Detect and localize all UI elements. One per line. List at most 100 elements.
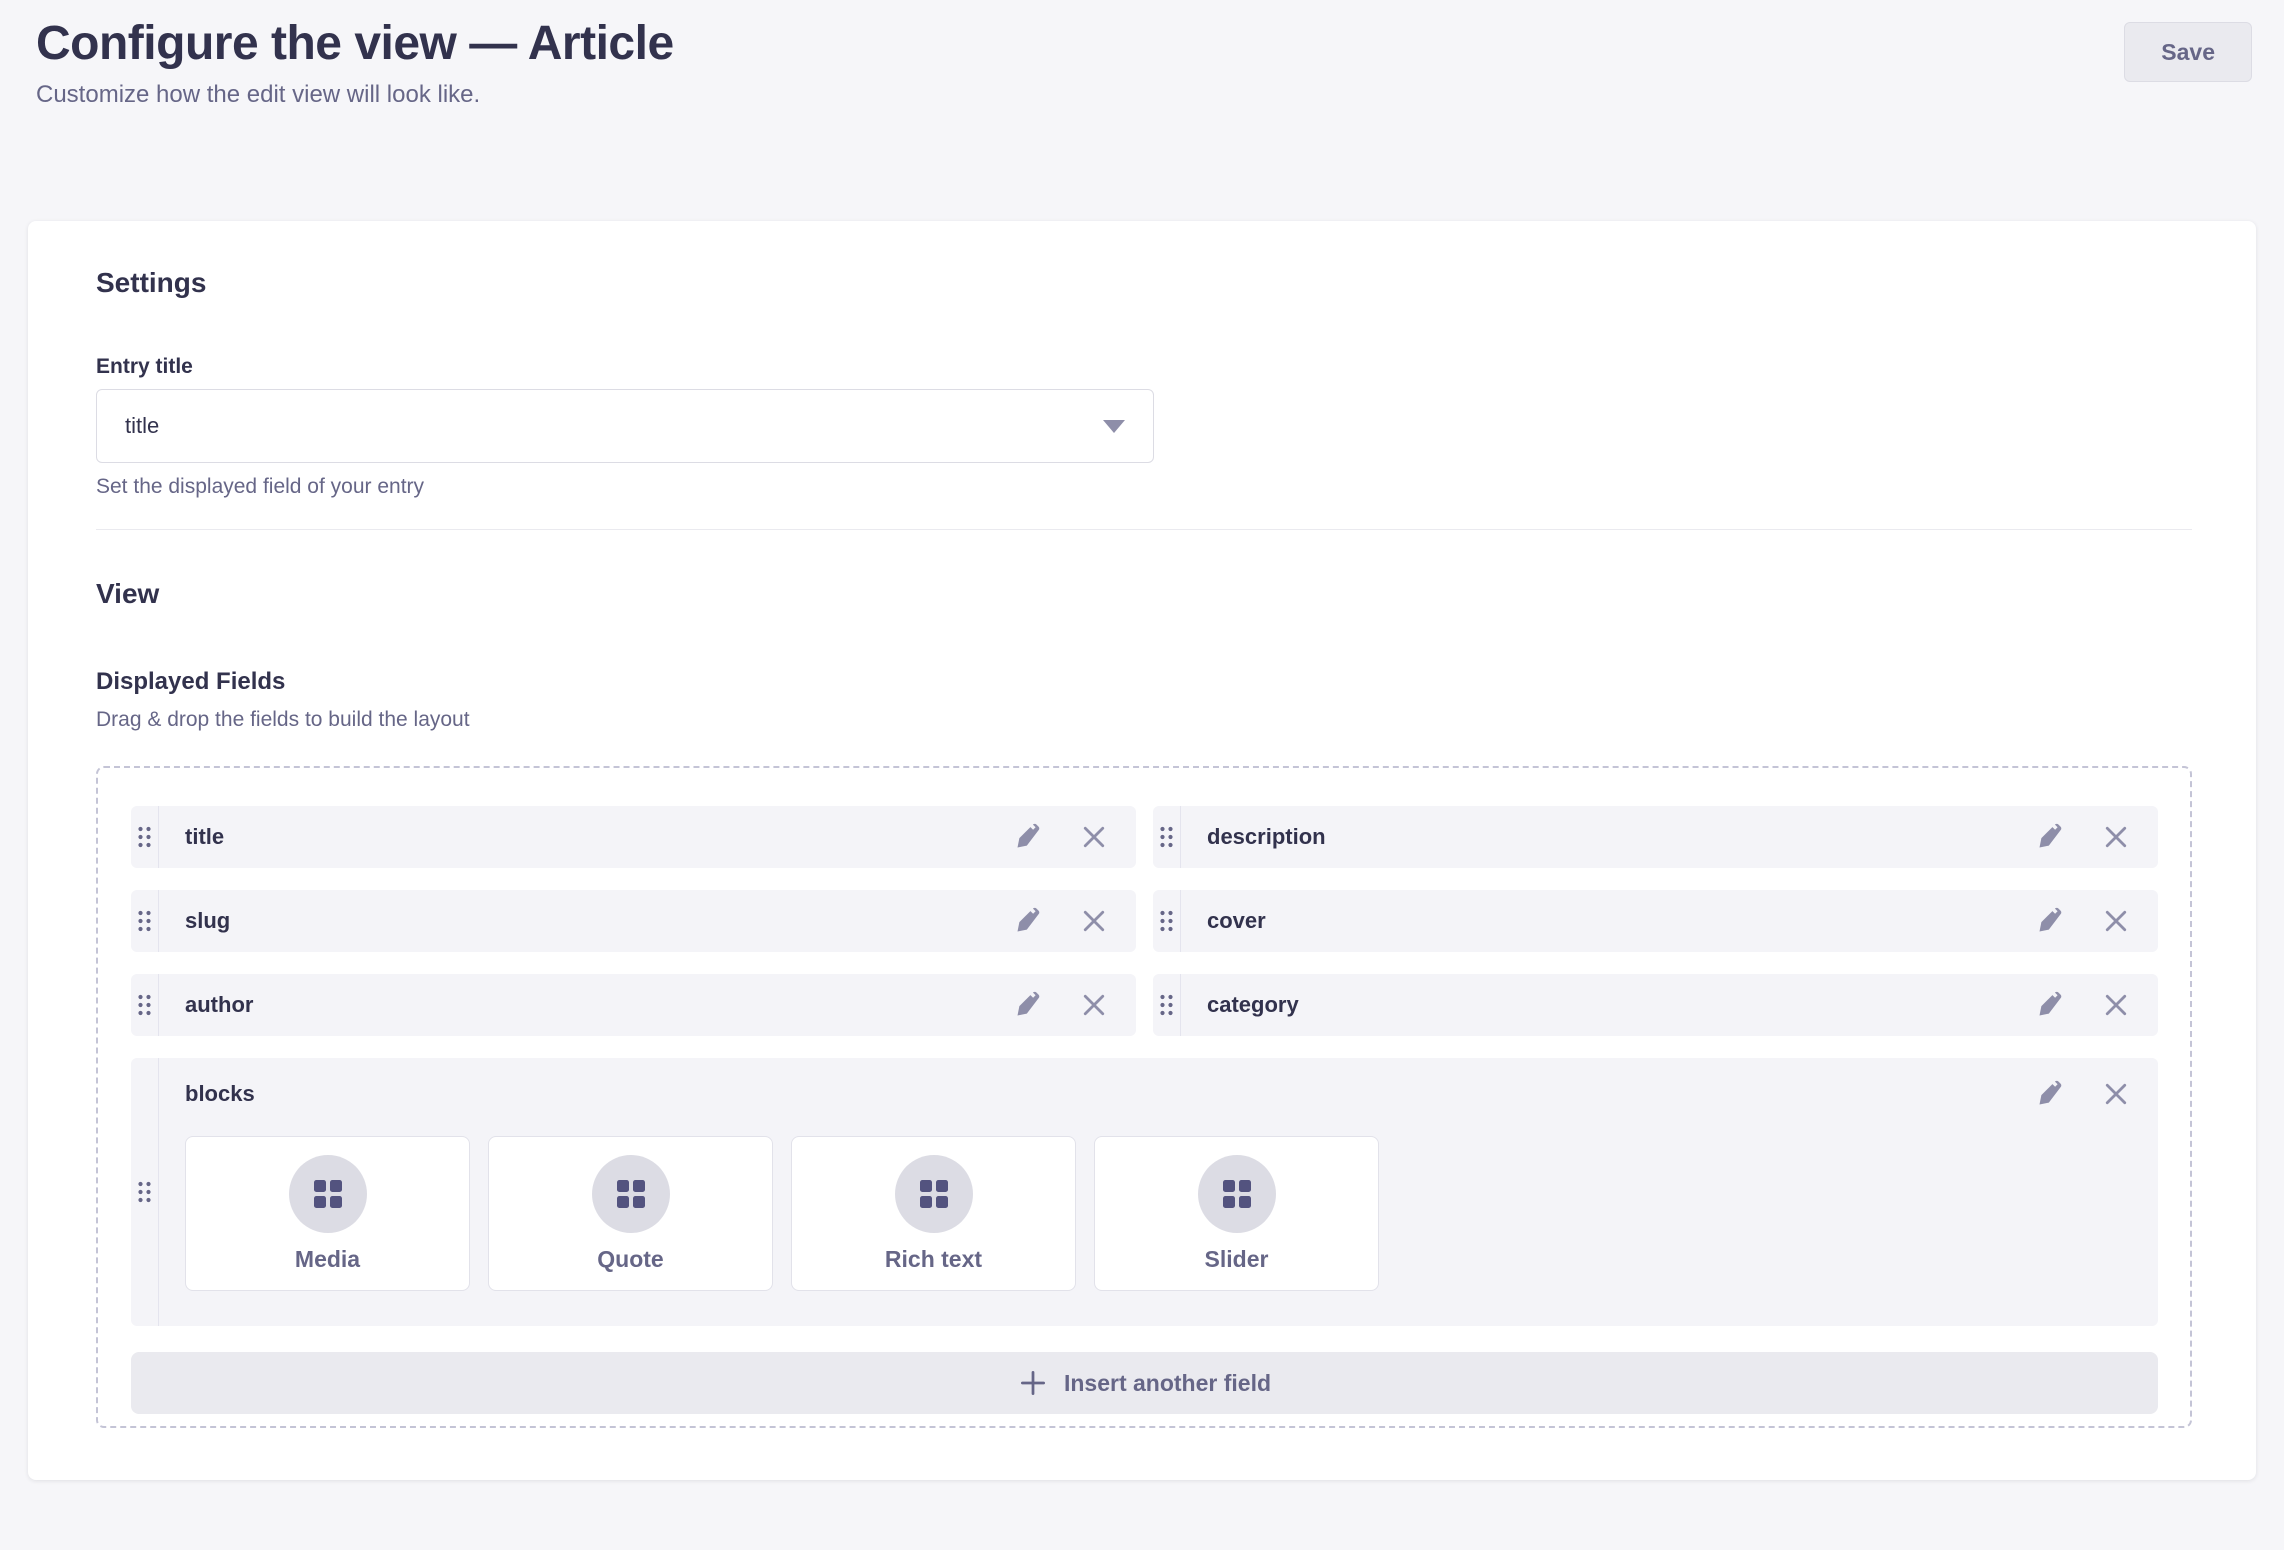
field-card-title[interactable]: title	[131, 806, 1136, 868]
blocks-card-body: blocks Media	[159, 1058, 2158, 1326]
edit-field-button[interactable]	[2034, 1078, 2066, 1110]
page-header: Configure the view — Article Customize h…	[0, 0, 2284, 109]
field-actions	[2034, 974, 2132, 1036]
pencil-icon	[2036, 991, 2064, 1019]
close-icon	[2102, 823, 2130, 851]
field-name: slug	[185, 908, 230, 934]
grid-icon	[1221, 1178, 1253, 1210]
drag-handle-icon[interactable]	[131, 1058, 159, 1326]
field-name: category	[1207, 992, 1299, 1018]
configure-view-page: Configure the view — Article Customize h…	[0, 0, 2284, 1480]
remove-field-button[interactable]	[2100, 821, 2132, 853]
remove-field-button[interactable]	[1078, 905, 1110, 937]
pencil-icon	[2036, 823, 2064, 851]
edit-field-button[interactable]	[1012, 821, 1044, 853]
component-tiles: Media Quote Rich text	[185, 1136, 2132, 1291]
close-icon	[1080, 991, 1108, 1019]
edit-field-button[interactable]	[1012, 989, 1044, 1021]
component-tile-rich-text[interactable]: Rich text	[791, 1136, 1076, 1291]
close-icon	[2102, 907, 2130, 935]
drag-handle-icon[interactable]	[131, 806, 159, 868]
pencil-icon	[2036, 907, 2064, 935]
insert-field-label: Insert another field	[1064, 1370, 1271, 1397]
close-icon	[1080, 823, 1108, 851]
component-tile-label: Rich text	[885, 1246, 982, 1273]
field-name: description	[1207, 824, 1326, 850]
field-card-author[interactable]: author	[131, 974, 1136, 1036]
component-tile-quote[interactable]: Quote	[488, 1136, 773, 1291]
settings-section: Settings Entry title title Set the displ…	[96, 267, 2192, 499]
pencil-icon	[1014, 907, 1042, 935]
view-section: View Displayed Fields Drag & drop the fi…	[96, 578, 2192, 1428]
blocks-card-header: blocks	[185, 1078, 2132, 1110]
entry-title-field: Entry title title Set the displayed fiel…	[96, 355, 2192, 499]
remove-field-button[interactable]	[1078, 821, 1110, 853]
page-subtitle: Customize how the edit view will look li…	[36, 81, 674, 109]
field-name: author	[185, 992, 253, 1018]
entry-title-selected-value: title	[125, 413, 159, 439]
component-icon-circle	[289, 1155, 367, 1233]
component-icon-circle	[1198, 1155, 1276, 1233]
displayed-fields-heading: Displayed Fields	[96, 668, 2192, 696]
edit-field-button[interactable]	[2034, 989, 2066, 1021]
drag-handle-icon[interactable]	[1153, 806, 1181, 868]
drag-handle-icon[interactable]	[131, 974, 159, 1036]
grid-icon	[918, 1178, 950, 1210]
drag-handle-icon[interactable]	[131, 890, 159, 952]
remove-field-button[interactable]	[2100, 905, 2132, 937]
insert-field-button[interactable]: Insert another field	[131, 1352, 2158, 1414]
field-card-blocks[interactable]: blocks Media	[131, 1058, 2158, 1326]
save-button[interactable]: Save	[2124, 22, 2252, 82]
component-tile-label: Slider	[1205, 1246, 1269, 1273]
component-tile-label: Media	[295, 1246, 360, 1273]
entry-title-label: Entry title	[96, 355, 2192, 379]
field-actions	[2034, 806, 2132, 868]
close-icon	[2102, 1080, 2130, 1108]
component-tile-slider[interactable]: Slider	[1094, 1136, 1379, 1291]
component-tile-label: Quote	[597, 1246, 663, 1273]
pencil-icon	[2036, 1080, 2064, 1108]
plus-icon	[1018, 1368, 1048, 1398]
field-actions	[1012, 890, 1110, 952]
chevron-down-icon	[1103, 420, 1125, 433]
field-card-description[interactable]: description	[1153, 806, 2158, 868]
entry-title-hint: Set the displayed field of your entry	[96, 475, 2192, 499]
section-divider	[96, 529, 2192, 530]
edit-field-button[interactable]	[1012, 905, 1044, 937]
grid-icon	[312, 1178, 344, 1210]
field-name: blocks	[185, 1081, 255, 1107]
fields-drop-zone: title description	[96, 766, 2192, 1428]
component-tile-media[interactable]: Media	[185, 1136, 470, 1291]
close-icon	[1080, 907, 1108, 935]
header-titles: Configure the view — Article Customize h…	[36, 16, 674, 109]
view-heading: View	[96, 578, 2192, 610]
remove-field-button[interactable]	[2100, 1078, 2132, 1110]
field-card-category[interactable]: category	[1153, 974, 2158, 1036]
grid-icon	[615, 1178, 647, 1210]
field-actions	[1012, 806, 1110, 868]
settings-heading: Settings	[96, 267, 2192, 299]
component-icon-circle	[592, 1155, 670, 1233]
drag-handle-icon[interactable]	[1153, 890, 1181, 952]
field-actions	[2034, 1078, 2132, 1110]
field-card-slug[interactable]: slug	[131, 890, 1136, 952]
pencil-icon	[1014, 823, 1042, 851]
pencil-icon	[1014, 991, 1042, 1019]
content-panel: Settings Entry title title Set the displ…	[28, 221, 2256, 1480]
entry-title-select[interactable]: title	[96, 389, 1154, 463]
drag-handle-icon[interactable]	[1153, 974, 1181, 1036]
field-card-cover[interactable]: cover	[1153, 890, 2158, 952]
field-rows: title description	[131, 806, 2158, 1036]
edit-field-button[interactable]	[2034, 905, 2066, 937]
edit-field-button[interactable]	[2034, 821, 2066, 853]
displayed-fields-hint: Drag & drop the fields to build the layo…	[96, 708, 2192, 732]
field-name: cover	[1207, 908, 1266, 934]
field-actions	[2034, 890, 2132, 952]
field-name: title	[185, 824, 224, 850]
remove-field-button[interactable]	[2100, 989, 2132, 1021]
remove-field-button[interactable]	[1078, 989, 1110, 1021]
close-icon	[2102, 991, 2130, 1019]
field-actions	[1012, 974, 1110, 1036]
component-icon-circle	[895, 1155, 973, 1233]
page-title: Configure the view — Article	[36, 16, 674, 71]
